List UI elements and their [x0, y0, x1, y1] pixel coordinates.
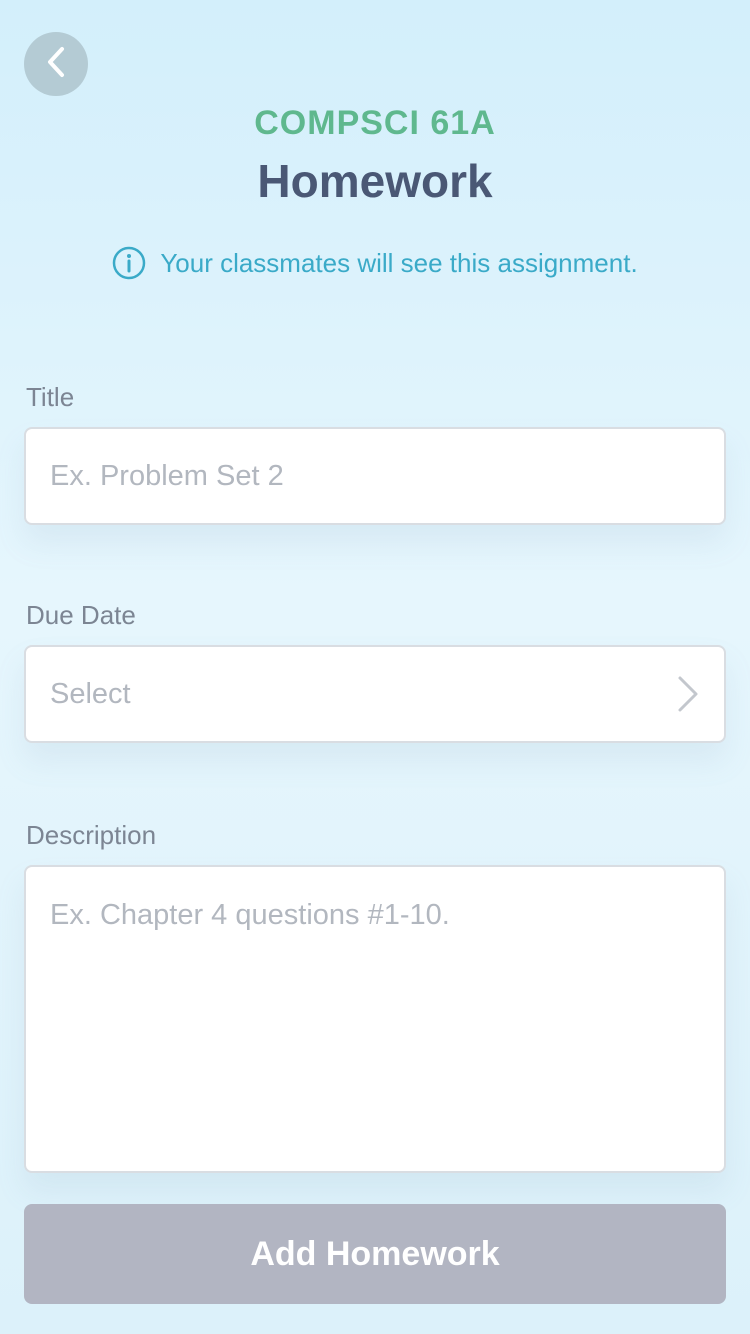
course-code: COMPSCI 61A [254, 104, 496, 142]
description-placeholder: Ex. Chapter 4 questions #1-10. [50, 899, 450, 931]
description-label: Description [26, 820, 157, 850]
due-date-label: Due Date [26, 600, 136, 630]
title-placeholder: Ex. Problem Set 2 [50, 459, 284, 492]
visibility-notice: Your classmates will see this assignment… [0, 246, 750, 280]
due-date-select[interactable]: Select [24, 645, 726, 743]
info-icon [112, 246, 146, 280]
description-textarea[interactable]: Ex. Chapter 4 questions #1-10. [24, 865, 726, 1173]
add-homework-button[interactable]: Add Homework [24, 1204, 726, 1304]
title-input[interactable]: Ex. Problem Set 2 [24, 427, 726, 525]
title-label: Title [26, 382, 75, 412]
chevron-left-icon [45, 45, 67, 84]
page-title: Homework [257, 155, 493, 207]
notice-text: Your classmates will see this assignment… [160, 247, 638, 278]
chevron-right-icon [676, 675, 700, 713]
due-date-value: Select [50, 677, 131, 710]
back-button[interactable] [24, 32, 88, 96]
